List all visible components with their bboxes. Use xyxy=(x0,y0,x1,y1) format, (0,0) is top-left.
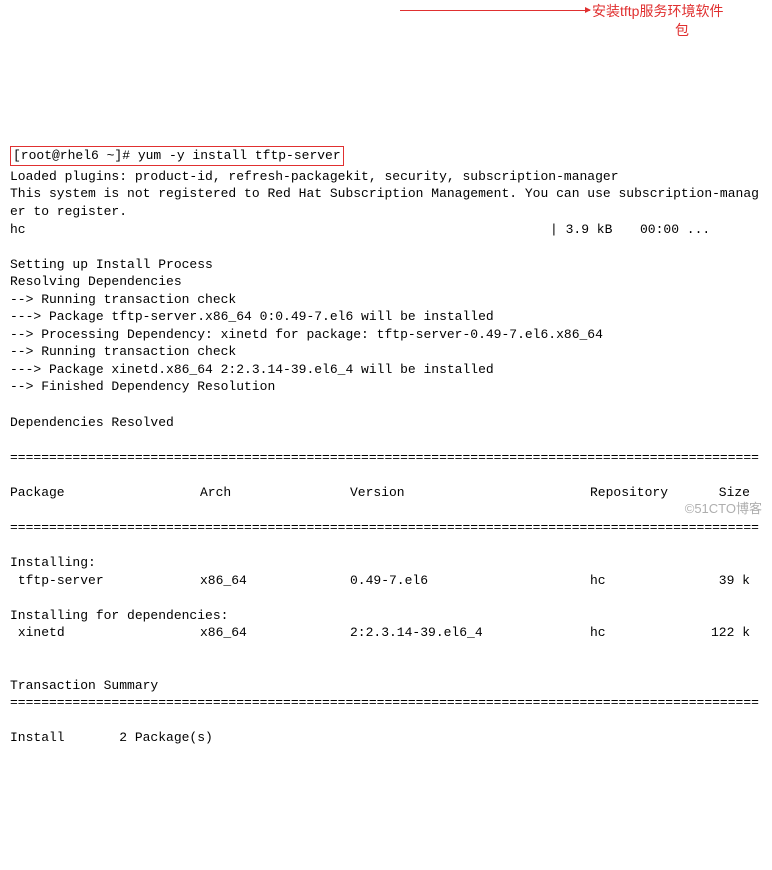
table-row: tftp-serverx86_640.49-7.el6hc39 k xyxy=(10,572,762,590)
cell-size: 39 k xyxy=(690,572,750,590)
output-loaded-plugins: Loaded plugins: product-id, refresh-pack… xyxy=(10,169,619,184)
hdr-size: Size xyxy=(690,484,750,502)
install-count: Install 2 Package(s) xyxy=(10,730,213,745)
command-text: yum -y install tftp-server xyxy=(138,148,341,163)
hdr-version: Version xyxy=(350,484,590,502)
hdr-repo: Repository xyxy=(590,484,690,502)
hdr-arch: Arch xyxy=(200,484,350,502)
repo-name: hc xyxy=(10,221,550,239)
watermark: ©51CTO博客 xyxy=(685,500,762,518)
annotation-line1: 安装tftp服务环境软件 xyxy=(592,3,723,19)
table-header: PackageArchVersionRepositorySize xyxy=(10,484,762,502)
cell-ver: 0.49-7.el6 xyxy=(350,572,590,590)
repo-size: | 3.9 kB xyxy=(550,221,640,239)
cell-ver: 2:2.3.14-39.el6_4 xyxy=(350,624,590,642)
cell-arch: x86_64 xyxy=(200,624,350,642)
dep-line-2: ---> Package tftp-server.x86_64 0:0.49-7… xyxy=(10,309,494,324)
rule-summary: ========================================… xyxy=(10,694,762,712)
output-resolve: Resolving Dependencies xyxy=(10,274,182,289)
dep-line-1: --> Running transaction check xyxy=(10,292,236,307)
cell-size: 122 k xyxy=(690,624,750,642)
rule-top: ========================================… xyxy=(10,449,762,467)
dep-line-5: ---> Package xinetd.x86_64 2:2.3.14-39.e… xyxy=(10,362,494,377)
dep-line-4: --> Running transaction check xyxy=(10,344,236,359)
annotation-line2: 包 xyxy=(592,21,772,40)
output-not-registered: This system is not registered to Red Hat… xyxy=(10,186,759,219)
annotation-callout: 安装tftp服务环境软件 包 xyxy=(592,2,772,40)
cell-repo: hc xyxy=(590,572,690,590)
command-highlight-box: [root@rhel6 ~]# yum -y install tftp-serv… xyxy=(10,146,344,166)
cell-repo: hc xyxy=(590,624,690,642)
output-repo-row: hc| 3.9 kB00:00 ... xyxy=(10,221,762,239)
table-row: xinetdx86_642:2.3.14-39.el6_4hc122 k xyxy=(10,624,762,642)
section-installing: Installing: xyxy=(10,555,96,570)
shell-prompt: [root@rhel6 ~]# xyxy=(13,148,138,163)
transaction-summary: Transaction Summary xyxy=(10,678,158,693)
dep-line-6: --> Finished Dependency Resolution xyxy=(10,379,275,394)
hdr-package: Package xyxy=(10,484,200,502)
deps-resolved: Dependencies Resolved xyxy=(10,415,174,430)
repo-time: 00:00 ... xyxy=(640,221,710,239)
dep-line-3: --> Processing Dependency: xinetd for pa… xyxy=(10,327,603,342)
section-installing-deps: Installing for dependencies: xyxy=(10,608,228,623)
cell-pkg: tftp-server xyxy=(10,572,200,590)
cell-arch: x86_64 xyxy=(200,572,350,590)
terminal-output: [root@rhel6 ~]# yum -y install tftp-serv… xyxy=(10,129,762,747)
output-setup: Setting up Install Process xyxy=(10,257,213,272)
rule-hdr: ========================================… xyxy=(10,519,762,537)
cell-pkg: xinetd xyxy=(10,624,200,642)
annotation-arrow xyxy=(400,10,590,11)
